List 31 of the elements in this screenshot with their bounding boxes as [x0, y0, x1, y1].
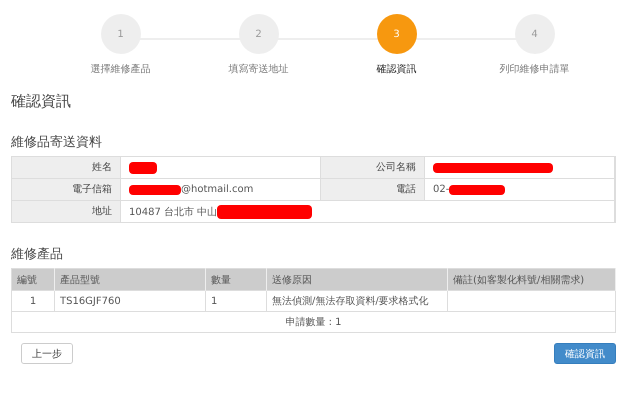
- table-cell: 無法偵測/無法存取資料/要求格式化: [266, 290, 448, 312]
- field-value: 10487 台北市 中山: [129, 206, 218, 218]
- total-quantity: 申請數量 : 1: [12, 312, 616, 332]
- section-title: 維修品寄送資料: [11, 134, 103, 151]
- step-label: 確認資訊: [376, 62, 416, 76]
- step-label: 選擇維修產品: [90, 62, 150, 76]
- table-cell: 1: [12, 290, 54, 312]
- step-circle: 3: [376, 14, 416, 54]
- field-label: 電子信箱: [12, 179, 121, 201]
- field-label: 地址: [12, 201, 121, 222]
- field-label: 公司名稱: [321, 157, 425, 179]
- column-header: 數量: [206, 268, 266, 290]
- back-button[interactable]: 上一步: [21, 343, 73, 364]
- column-header: 產品型號: [54, 268, 206, 290]
- step-circle: 2: [238, 14, 278, 54]
- step-circle: 1: [100, 14, 140, 54]
- table-cell: 1: [206, 290, 266, 312]
- column-header: 送修原因: [266, 268, 448, 290]
- step-circle: 4: [514, 14, 554, 54]
- field-label: 電話: [321, 179, 425, 201]
- field-value: 02-: [433, 184, 450, 195]
- confirm-button[interactable]: 確認資訊: [554, 343, 616, 364]
- section-title: 維修產品: [11, 246, 64, 263]
- field-value: @hotmail.com: [181, 184, 254, 195]
- page-title: 確認資訊: [11, 92, 72, 111]
- column-header: 備註(如客製化料號/相關需求): [448, 268, 616, 290]
- column-header: 編號: [12, 268, 54, 290]
- step-label: 填寫寄送地址: [228, 62, 288, 76]
- field-label: 姓名: [12, 157, 121, 179]
- table-cell: TS16GJF760: [54, 290, 206, 312]
- step-label: 列印維修申請單: [500, 62, 570, 76]
